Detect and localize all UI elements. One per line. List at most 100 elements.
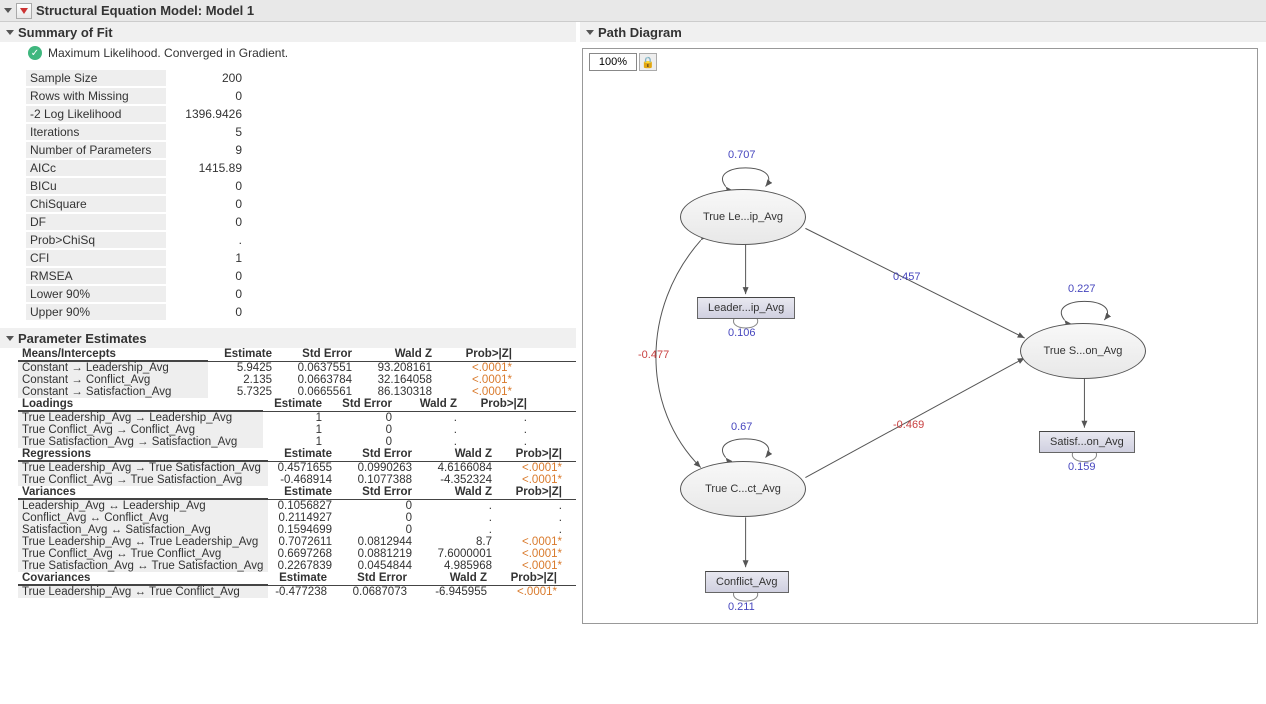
fit-label: ChiSquare [26, 196, 166, 212]
fit-label: BICu [26, 178, 166, 194]
fit-label: Iterations [26, 124, 166, 140]
fit-value: 0 [168, 196, 248, 212]
var-conf: 0.67 [731, 421, 752, 433]
pe-col: Std Error [338, 486, 418, 499]
param-est-header: Parameter Estimates [0, 328, 576, 348]
manifest-leadership[interactable]: Leader...ip_Avg [697, 297, 795, 319]
latent-satisfaction[interactable]: True S...on_Avg [1020, 323, 1146, 379]
fit-label: Number of Parameters [26, 142, 166, 158]
pe-row: True Satisfaction_Avg → Satisfaction_Avg… [18, 436, 576, 448]
disclosure-icon[interactable] [6, 336, 14, 341]
fit-label: Sample Size [26, 70, 166, 86]
model-title: Structural Equation Model: Model 1 [36, 3, 254, 18]
converge-status: ✓ Maximum Likelihood. Converged in Gradi… [0, 42, 576, 64]
pe-row: Leadership_Avg ↔ Leadership_Avg0.1056827… [18, 500, 576, 512]
pe-col: Wald Z [398, 398, 463, 411]
pe-section-title: Regressions [18, 448, 268, 461]
latent-leadership[interactable]: True Le...ip_Avg [680, 189, 806, 245]
fit-value: 1 [168, 250, 248, 266]
pe-row: Satisfaction_Avg ↔ Satisfaction_Avg0.159… [18, 524, 576, 536]
fit-label: RMSEA [26, 268, 166, 284]
check-icon: ✓ [28, 46, 42, 60]
fit-value: 200 [168, 70, 248, 86]
pe-row: True Conflict_Avg → True Satisfaction_Av… [18, 474, 576, 486]
latent-conflict[interactable]: True C...ct_Avg [680, 461, 806, 517]
disclosure-icon[interactable] [6, 30, 14, 35]
fit-label: CFI [26, 250, 166, 266]
fit-value: 0 [168, 88, 248, 104]
pe-col: Wald Z [413, 572, 493, 585]
pe-row: True Satisfaction_Avg ↔ True Satisfactio… [18, 560, 576, 572]
pe-col: Wald Z [358, 348, 438, 361]
pe-col: Estimate [268, 486, 338, 499]
reg-conf-sat: -0.469 [893, 419, 924, 431]
disclosure-icon[interactable] [586, 30, 594, 35]
fit-value: 1415.89 [168, 160, 248, 176]
pe-col: Wald Z [418, 486, 498, 499]
var-sat: 0.227 [1068, 283, 1096, 295]
pe-row: True Leadership_Avg → Leadership_Avg10.. [18, 412, 576, 424]
disclosure-icon[interactable] [4, 8, 12, 13]
pe-row: Constant → Conflict_Avg2.1350.066378432.… [18, 374, 576, 386]
fit-value: 0 [168, 286, 248, 302]
fit-label: Upper 90% [26, 304, 166, 320]
path-diagram[interactable]: 🔒 [582, 48, 1258, 624]
pe-col: Estimate [268, 448, 338, 461]
manifest-conflict[interactable]: Conflict_Avg [705, 571, 789, 593]
pe-row: Constant → Satisfaction_Avg5.73250.06655… [18, 386, 576, 398]
hotspot-icon[interactable] [16, 3, 32, 19]
fit-value: 9 [168, 142, 248, 158]
fit-value: 0 [168, 214, 248, 230]
fit-value: 1396.9426 [168, 106, 248, 122]
fit-label: -2 Log Likelihood [26, 106, 166, 122]
pe-row: True Conflict_Avg → Conflict_Avg10.. [18, 424, 576, 436]
pe-col: Estimate [208, 348, 278, 361]
pe-col: Prob>|Z| [493, 572, 563, 585]
err-sat: 0.159 [1068, 461, 1096, 473]
pe-row: True Leadership_Avg → True Satisfaction_… [18, 462, 576, 474]
fit-value: 0 [168, 268, 248, 284]
pe-section-title: Covariances [18, 572, 268, 585]
model-header: Structural Equation Model: Model 1 [0, 0, 1266, 22]
pe-section-title: Means/Intercepts [18, 348, 208, 361]
summary-header: Summary of Fit [0, 22, 576, 42]
path-diagram-header: Path Diagram [580, 22, 1266, 42]
pe-col: Estimate [268, 572, 333, 585]
fit-label: Prob>ChiSq [26, 232, 166, 248]
pe-col: Prob>|Z| [438, 348, 518, 361]
pe-col: Std Error [328, 398, 398, 411]
pe-section-title: Loadings [18, 398, 263, 411]
pe-col: Std Error [278, 348, 358, 361]
pe-col: Std Error [338, 448, 418, 461]
fit-value: 0 [168, 178, 248, 194]
pe-row: Constant → Leadership_Avg5.94250.0637551… [18, 362, 576, 374]
cov-lead-conf: -0.477 [638, 349, 669, 361]
fit-value: . [168, 232, 248, 248]
fit-label: Rows with Missing [26, 88, 166, 104]
pe-col: Wald Z [418, 448, 498, 461]
var-lead: 0.707 [728, 149, 756, 161]
manifest-satisfaction[interactable]: Satisf...on_Avg [1039, 431, 1135, 453]
pe-row: True Conflict_Avg ↔ True Conflict_Avg0.6… [18, 548, 576, 560]
fit-label: DF [26, 214, 166, 230]
fit-label: Lower 90% [26, 286, 166, 302]
param-est-title: Parameter Estimates [18, 331, 147, 346]
fit-value: 5 [168, 124, 248, 140]
pe-row: True Leadership_Avg ↔ True Conflict_Avg-… [18, 586, 576, 598]
pe-col: Prob>|Z| [463, 398, 533, 411]
pe-section-title: Variances [18, 486, 268, 499]
err-conf: 0.211 [728, 601, 755, 613]
reg-lead-sat: 0.457 [893, 271, 921, 283]
fit-value: 0 [168, 304, 248, 320]
pe-col: Estimate [263, 398, 328, 411]
fit-table: Sample Size200Rows with Missing0-2 Log L… [24, 68, 250, 322]
pe-col: Prob>|Z| [498, 448, 568, 461]
path-diagram-title: Path Diagram [598, 25, 682, 40]
summary-title: Summary of Fit [18, 25, 113, 40]
pe-row: True Leadership_Avg ↔ True Leadership_Av… [18, 536, 576, 548]
pe-row: Conflict_Avg ↔ Conflict_Avg0.21149270.. [18, 512, 576, 524]
fit-label: AICc [26, 160, 166, 176]
pe-col: Prob>|Z| [498, 486, 568, 499]
pe-col: Std Error [333, 572, 413, 585]
err-lead: 0.106 [728, 327, 756, 339]
